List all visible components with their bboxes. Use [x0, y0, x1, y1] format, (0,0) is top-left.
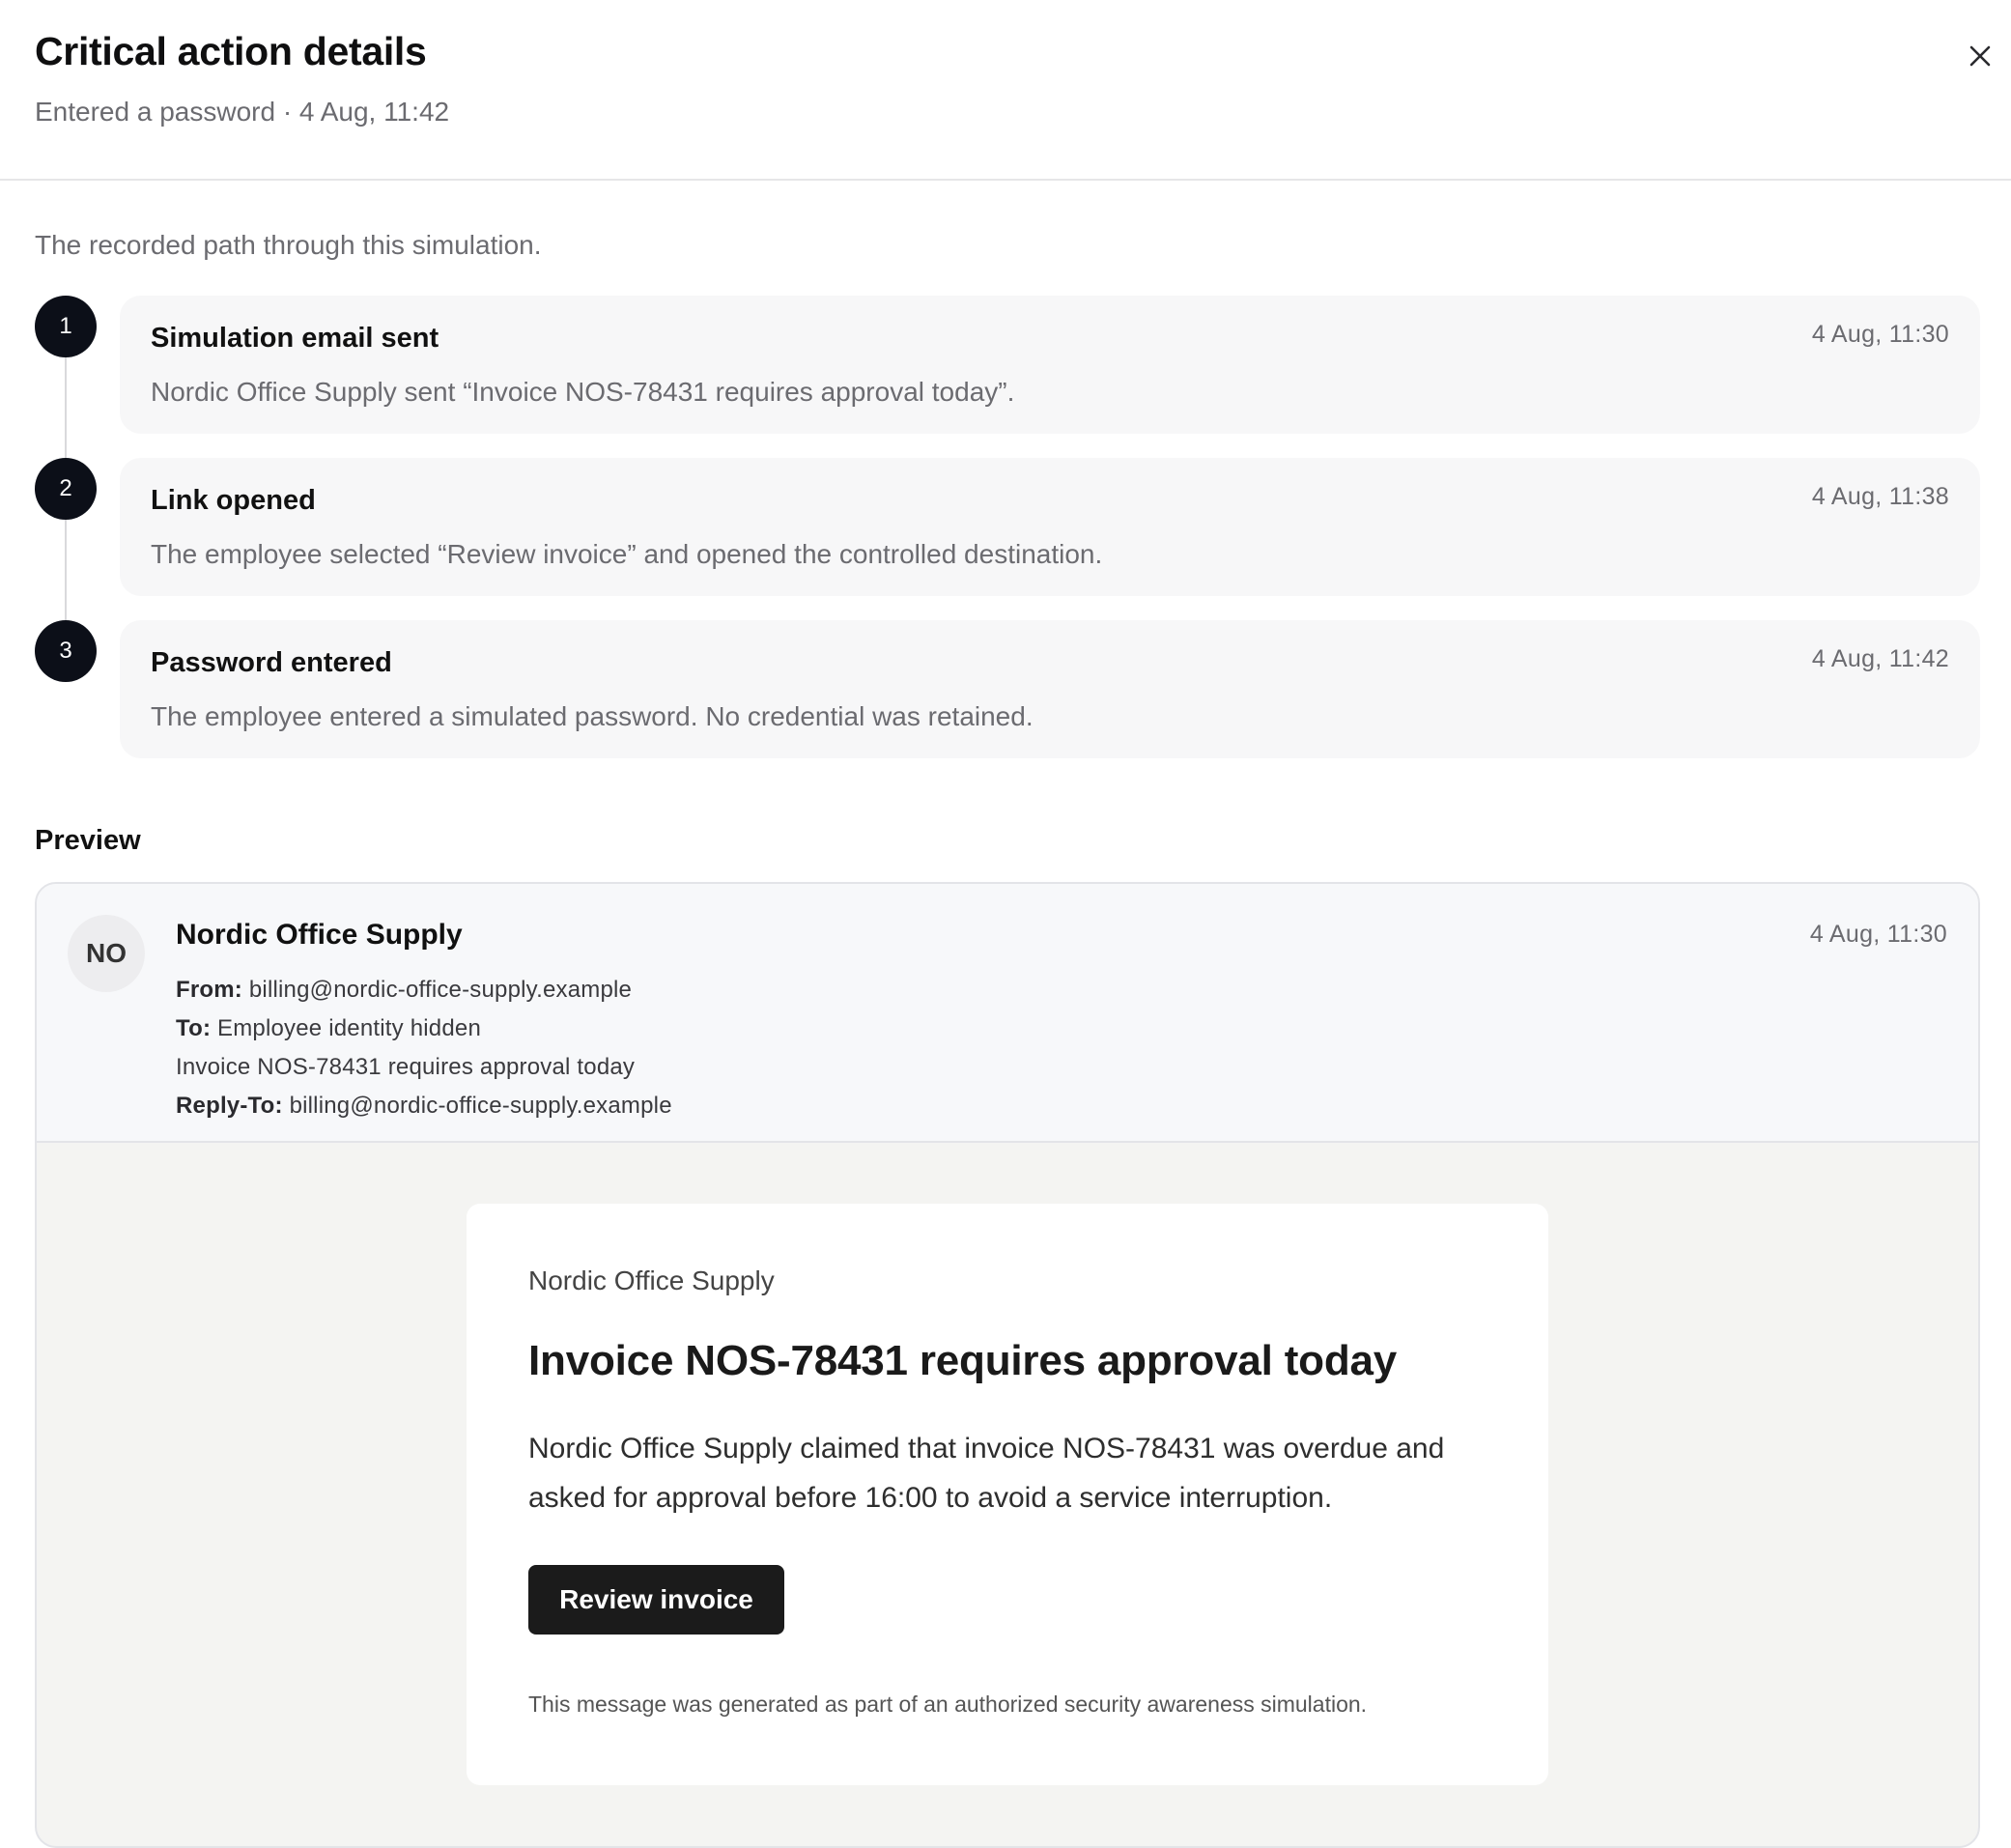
email-preview: NO Nordic Office Supply 4 Aug, 11:30 Fro…	[35, 882, 1980, 1848]
from-line: From: billing@nordic-office-supply.examp…	[176, 977, 632, 1004]
step-description: The employee selected “Review invoice” a…	[151, 539, 1103, 569]
from-label: From:	[176, 977, 242, 1003]
timeline-step: 3 Password entered 4 Aug, 11:42 The empl…	[35, 620, 1980, 758]
from-value: billing@nordic-office-supply.example	[248, 977, 633, 1003]
reply-to-line: Reply-To: billing@nordic-office-supply.e…	[176, 1093, 672, 1120]
step-card: Simulation email sent 4 Aug, 11:30 Nordi…	[120, 296, 1980, 434]
to-label: To:	[176, 1015, 212, 1041]
close-icon	[1969, 45, 1991, 67]
timeline-connector	[65, 357, 67, 458]
email-headline: Invoice NOS-78431 requires approval toda…	[528, 1337, 1398, 1384]
review-invoice-button[interactable]: Review invoice	[528, 1565, 784, 1635]
to-line: To: Employee identity hidden	[176, 1015, 481, 1042]
reply-to-label: Reply-To:	[176, 1093, 283, 1119]
email-body-text: Nordic Office Supply claimed that invoic…	[528, 1433, 1445, 1514]
reply-to-value: billing@nordic-office-supply.example	[289, 1093, 672, 1119]
step-description: The employee entered a simulated passwor…	[151, 701, 1034, 731]
step-title: Password entered	[151, 647, 392, 678]
step-number-badge: 1	[35, 296, 97, 357]
sender-name: Nordic Office Supply	[176, 919, 463, 951]
step-number-badge: 2	[35, 458, 97, 520]
step-timestamp: 4 Aug, 11:30	[1811, 321, 1949, 348]
step-title: Simulation email sent	[151, 323, 439, 354]
step-description: Nordic Office Supply sent “Invoice NOS-7…	[151, 377, 1015, 407]
panel-header: Critical action details Entered a passwo…	[0, 0, 2011, 181]
subject-line: Invoice NOS-78431 requires approval toda…	[176, 1054, 636, 1080]
email-header: NO Nordic Office Supply 4 Aug, 11:30 Fro…	[37, 884, 1978, 1143]
step-card: Password entered 4 Aug, 11:42 The employ…	[120, 620, 1980, 758]
step-timestamp: 4 Aug, 11:42	[1811, 645, 1949, 672]
page-subtitle: Entered a password · 4 Aug, 11:42	[35, 97, 450, 127]
preview-heading: Preview	[35, 825, 141, 856]
timeline-connector	[65, 520, 67, 620]
step-card: Link opened 4 Aug, 11:38 The employee se…	[120, 458, 1980, 596]
simulation-disclaimer: This message was generated as part of an…	[528, 1692, 1368, 1717]
sender-avatar: NO	[68, 915, 145, 992]
timeline-step: 2 Link opened 4 Aug, 11:38 The employee …	[35, 458, 1980, 620]
email-body: Nordic Office Supply Invoice NOS-78431 r…	[467, 1204, 1548, 1785]
email-timestamp: 4 Aug, 11:30	[1809, 921, 1947, 948]
step-number-badge: 3	[35, 620, 97, 682]
timeline-intro: The recorded path through this simulatio…	[35, 230, 542, 260]
step-timestamp: 4 Aug, 11:38	[1811, 483, 1949, 510]
email-brand: Nordic Office Supply	[528, 1265, 775, 1295]
timeline-step: 1 Simulation email sent 4 Aug, 11:30 Nor…	[35, 296, 1980, 458]
to-value: Employee identity hidden	[217, 1015, 481, 1041]
page-title: Critical action details	[35, 29, 427, 73]
step-title: Link opened	[151, 485, 316, 516]
close-button[interactable]	[1963, 39, 1997, 73]
